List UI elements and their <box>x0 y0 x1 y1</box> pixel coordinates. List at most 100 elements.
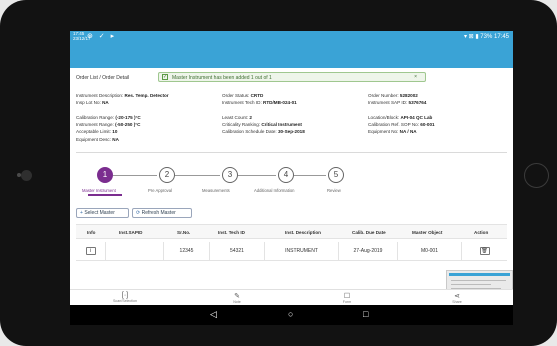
toast-message: Master Instrument has been added 1 out o… <box>172 74 272 81</box>
step-label-additional-information[interactable]: Additional Information <box>254 188 295 193</box>
details-column-2: Order Status: CRTD Instrument Tech ID: RT… <box>222 92 305 136</box>
detail-row: Order Number: 5282002 <box>368 92 435 99</box>
step-connector <box>294 175 326 176</box>
step-label-master-instrument[interactable]: Master Instrument <box>82 188 116 193</box>
detail-value: API-04 QC Lab <box>400 114 433 120</box>
detail-value: CRTD <box>250 93 264 98</box>
step-4[interactable]: 4 <box>278 167 294 183</box>
detail-value: NA <box>112 136 119 142</box>
col-tech-id: Inst. Tech ID <box>218 230 245 235</box>
detail-label: Calibration Schedule Date: <box>222 129 277 135</box>
pencil-icon: ✎ <box>234 293 240 300</box>
cell-due-date: 27-Aug-2019 <box>339 242 398 260</box>
detail-label: Acceptable Limit: <box>76 129 111 135</box>
detail-label: Instrument Range: <box>76 122 114 128</box>
nav-scan[interactable]: [·] Scan/Selection <box>110 292 140 303</box>
nav-note[interactable]: ✎ Note <box>222 292 252 304</box>
step-label-review[interactable]: Review <box>327 188 341 193</box>
detail-value: Res. Temp. Detector <box>124 93 169 98</box>
detail-label: Order Status: <box>222 93 250 98</box>
step-2[interactable]: 2 <box>159 167 175 183</box>
check-icon: ✓ <box>162 74 168 80</box>
cell-master-object: M0-001 <box>398 242 462 260</box>
detail-row: Instrument SAP ID: 5376764 <box>368 99 435 106</box>
detail-row: Criticality Ranking: Critical Instrument <box>222 121 305 128</box>
home-icon[interactable]: ○ <box>288 309 293 319</box>
refresh-icon: ⟳ <box>136 210 141 216</box>
detail-label: Order Number: <box>368 93 399 98</box>
select-master-button[interactable]: + Select Master <box>76 208 129 218</box>
detail-label: Location/Block: <box>368 114 400 120</box>
status-clock: 17:45 <box>493 34 509 40</box>
detail-label: Insp Lot No: <box>76 100 101 106</box>
nav-form[interactable]: ☐ Form <box>332 292 362 304</box>
breadcrumb: Order List / Order Detail <box>76 75 130 81</box>
share-icon: ⋖ <box>454 293 460 300</box>
detail-row: Calibration Ref. SOP No: 60-001 <box>368 121 435 128</box>
battery-level: 73% <box>480 34 493 40</box>
scan-icon: [·] <box>121 292 129 299</box>
step-connector <box>238 175 276 176</box>
info-icon[interactable]: i <box>85 246 96 255</box>
step-5[interactable]: 5 <box>328 167 344 183</box>
notification-icons: ⊛ ✓ ▸ <box>87 33 117 40</box>
detail-row <box>368 107 435 114</box>
step-1[interactable]: 1 <box>97 167 113 183</box>
step-connector <box>175 175 220 176</box>
detail-value: 5282002 <box>399 93 418 98</box>
checklist-icon: ☐ <box>343 293 351 300</box>
detail-row <box>76 107 169 114</box>
col-action: Action <box>474 230 489 235</box>
detail-row: Order Status: CRTD <box>222 92 305 99</box>
active-step-underline <box>88 194 122 196</box>
camera <box>17 170 32 181</box>
close-icon[interactable]: × <box>414 74 417 80</box>
back-icon[interactable]: ◁ <box>210 309 217 320</box>
table-header: Info Inst.SAPID Sr.No. Inst. Tech ID Ins… <box>76 224 507 239</box>
detail-label: Criticality Ranking: <box>222 122 261 128</box>
col-srno: Sr.No. <box>177 230 191 235</box>
col-due-date: Calib. Due Date <box>352 230 386 235</box>
detail-label: Calibration Range: <box>76 114 115 120</box>
detail-row <box>222 107 305 114</box>
cell-description: INSTRUMENT <box>265 242 339 260</box>
android-nav-bar: ◁ ○ □ <box>70 305 513 325</box>
detail-value: NA / NA <box>399 129 417 135</box>
detail-value: 10 <box>112 129 118 135</box>
detail-value: RTD/MB-024-01 <box>263 100 297 106</box>
trash-icon[interactable]: 🗑 <box>479 246 490 255</box>
detail-row: Calibration Schedule Date: 30-Sep-2018 <box>222 128 305 135</box>
detail-row: Equipment No: NA / NA <box>368 128 435 135</box>
step-label-pre-approval[interactable]: Pre Approval <box>148 188 172 193</box>
detail-value: NA <box>102 100 109 106</box>
refresh-master-button[interactable]: ⟳ Refresh Master <box>132 208 192 218</box>
step-label-measurements[interactable]: Measurements <box>202 188 230 193</box>
nav-share[interactable]: ⋖ Share <box>442 292 472 304</box>
detail-value: Critical Instrument <box>261 122 302 128</box>
details-column-1: Instrument Description: Res. Temp. Detec… <box>76 92 169 143</box>
step-connector <box>113 175 157 176</box>
divider <box>76 152 507 153</box>
plus-icon: + <box>80 210 83 216</box>
step-3[interactable]: 3 <box>222 167 238 183</box>
detail-row: Least Count: 2 <box>222 114 305 121</box>
detail-label: Equipment No: <box>368 129 399 135</box>
detail-row: Instrument Tech ID: RTD/MB-024-01 <box>222 99 305 106</box>
detail-row: Acceptable Limit: 10 <box>76 128 169 135</box>
col-description: Inst. Description <box>285 230 321 235</box>
cell-srno: 12345 <box>164 242 210 260</box>
app-toolbar <box>70 42 513 68</box>
detail-value: (-50-250 )°C <box>115 122 141 128</box>
screen: 17:45 23/12/17 ⊛ ✓ ▸ ▾ ⊠ ▮ 73% 17:45 Ord… <box>70 31 513 325</box>
detail-value: 2 <box>249 114 252 120</box>
detail-label: Instrument SAP ID: <box>368 100 408 106</box>
col-master-object: Master Object <box>412 230 443 235</box>
breadcrumb-order-list[interactable]: Order List <box>76 75 98 81</box>
detail-value: (-20-175 )°C <box>115 114 141 120</box>
detail-row: Location/Block: API-04 QC Lab <box>368 114 435 121</box>
hardware-home-button[interactable] <box>524 163 549 188</box>
tablet-frame: 17:45 23/12/17 ⊛ ✓ ▸ ▾ ⊠ ▮ 73% 17:45 Ord… <box>0 0 557 346</box>
bottom-nav: [·] Scan/Selection ✎ Note ☐ Form ⋖ Share <box>70 289 513 305</box>
recent-apps-icon[interactable]: □ <box>363 309 368 319</box>
detail-label: Instrument Tech ID: <box>222 100 262 106</box>
